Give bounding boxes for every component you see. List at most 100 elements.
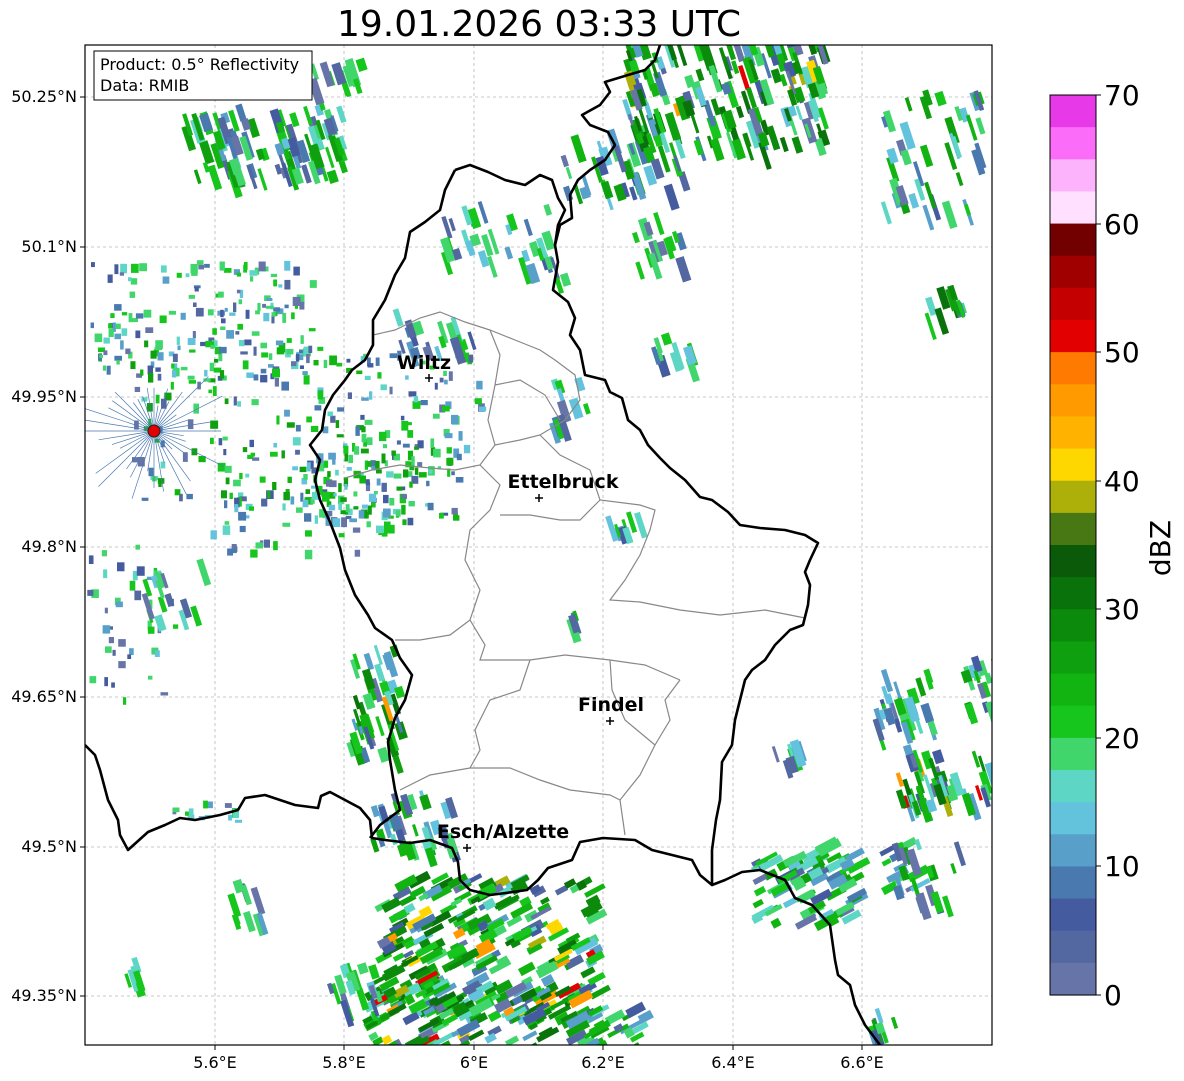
echo-cell	[225, 477, 230, 485]
echo-cell	[121, 312, 128, 316]
echo-cell	[120, 263, 127, 274]
echo-cell	[239, 525, 246, 533]
echo-cell	[238, 340, 245, 347]
echo-cell	[253, 374, 259, 381]
colorbar-segment	[1050, 609, 1096, 643]
echo-cell	[292, 437, 301, 446]
echo-cell	[296, 507, 303, 513]
echo-cell	[236, 289, 241, 294]
echo-cell	[347, 392, 352, 399]
echo-cell	[89, 676, 97, 684]
echo-cell	[131, 263, 139, 273]
echo-cell	[329, 355, 337, 366]
colorbar-segment	[1050, 320, 1096, 353]
echo-cell	[162, 276, 170, 284]
echo-cell	[375, 357, 380, 366]
echo-cell	[349, 518, 357, 523]
echo-cell	[407, 517, 414, 526]
echo-cell	[367, 505, 372, 515]
echo-cell	[188, 808, 194, 818]
echo-cell	[396, 440, 401, 445]
echo-cell	[361, 397, 369, 401]
echo-cell	[428, 469, 433, 474]
echo-cell	[219, 370, 225, 379]
echo-cell	[343, 445, 349, 454]
echo-cell	[238, 299, 243, 305]
echo-cell	[306, 354, 310, 364]
echo-cell	[224, 465, 232, 473]
colorbar-tick-label: 30	[1104, 593, 1140, 626]
echo-cell	[456, 453, 462, 461]
y-tick-label: 49.8°N	[21, 537, 77, 556]
echo-cell	[104, 677, 108, 687]
y-tick-label: 49.35°N	[11, 986, 77, 1005]
colorbar-segments	[1050, 95, 1096, 996]
colorbar-segment	[1050, 834, 1096, 868]
echo-cell	[103, 337, 110, 344]
echo-cell	[306, 462, 311, 472]
echo-cell	[335, 469, 339, 476]
echo-cell	[310, 425, 319, 432]
echo-cell	[338, 533, 345, 538]
echo-cell	[306, 416, 312, 423]
echo-cell	[337, 407, 345, 412]
echo-cell	[185, 811, 190, 816]
echo-cell	[267, 490, 271, 499]
echo-cell	[261, 352, 269, 358]
echo-cell	[273, 442, 278, 448]
echo-cell	[224, 307, 228, 312]
echo-cell	[282, 522, 291, 527]
echo-cell	[381, 482, 387, 492]
colorbar-segment	[1050, 545, 1096, 578]
echo-cell	[413, 396, 419, 403]
echo-cell	[313, 360, 319, 366]
echo-cell	[295, 449, 300, 455]
echo-cell	[366, 521, 371, 528]
echo-cell	[383, 494, 389, 504]
echo-cell	[123, 697, 127, 705]
echo-cell	[990, 657, 992, 682]
echo-cell	[309, 280, 317, 288]
echo-cell	[433, 448, 441, 458]
echo-cell	[224, 500, 228, 509]
echo-cell	[411, 456, 415, 466]
colorbar-segment	[1050, 352, 1096, 385]
echo-cell	[336, 434, 344, 438]
echo-cell	[155, 394, 160, 404]
echo-cell	[314, 515, 318, 524]
colorbar-segment	[1050, 191, 1096, 225]
x-tick-label: 6°E	[460, 1053, 488, 1072]
echo-cell	[127, 654, 132, 659]
echo-cell	[271, 316, 275, 324]
echo-cell	[270, 273, 278, 278]
x-axis: 5.6°E 5.8°E 6°E 6.2°E 6.4°E 6.6°E	[193, 1045, 884, 1072]
echo-cell	[115, 323, 121, 329]
echo-cell	[386, 471, 394, 478]
echo-cell	[282, 503, 286, 511]
echo-cell	[328, 452, 336, 460]
echo-cell	[376, 469, 382, 474]
echo-cell	[218, 291, 224, 298]
echo-cell	[148, 372, 154, 383]
echo-cell	[234, 819, 242, 823]
echo-cell	[409, 481, 413, 488]
echo-cell	[335, 420, 340, 428]
echo-cell	[322, 491, 330, 502]
echo-cell	[380, 384, 387, 391]
echo-cell	[329, 480, 337, 488]
echo-cell	[317, 390, 324, 400]
echo-cell	[119, 272, 124, 276]
echo-cell	[273, 541, 278, 551]
echo-cell	[160, 461, 166, 469]
echo-cell	[403, 469, 409, 478]
radar-site-marker	[147, 424, 161, 438]
echo-cell	[155, 340, 163, 350]
echo-cell	[375, 460, 380, 469]
echo-cell	[353, 506, 359, 510]
x-tick-label: 6.6°E	[840, 1053, 884, 1072]
echo-cell	[396, 486, 403, 491]
echo-cell	[299, 466, 307, 473]
echo-cell	[87, 589, 94, 596]
echo-cell	[244, 339, 252, 346]
echo-cell	[352, 527, 361, 533]
